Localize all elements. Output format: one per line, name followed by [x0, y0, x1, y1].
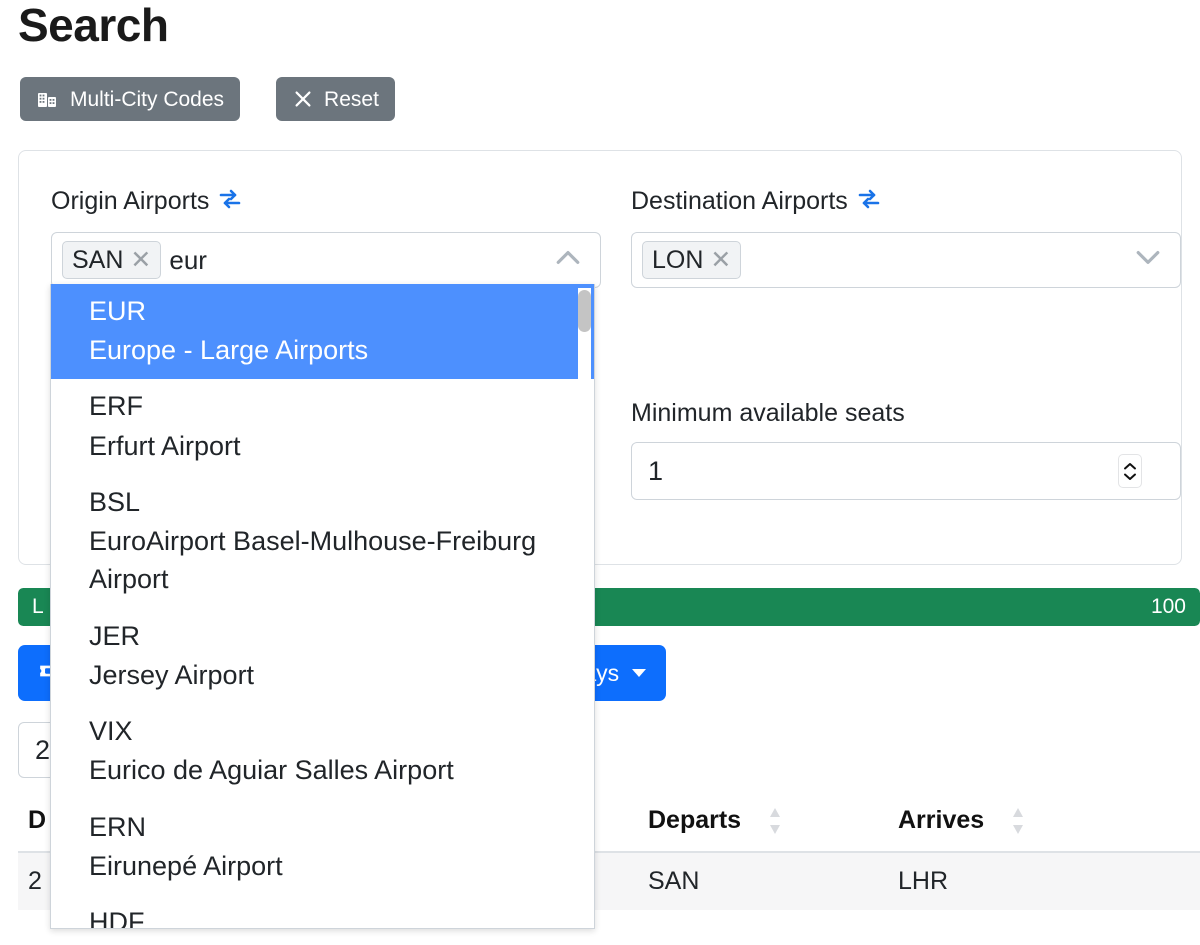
x-icon: [292, 88, 314, 110]
reset-button[interactable]: Reset: [276, 77, 395, 121]
cell-departs[interactable]: SAN: [638, 852, 888, 910]
chevron-down-icon: [1124, 473, 1136, 480]
minimum-seats-input[interactable]: 1: [631, 442, 1181, 500]
airport-option-ern[interactable]: ERN Eirunepé Airport: [51, 800, 594, 895]
toolbar: Multi-City Codes Reset: [20, 77, 395, 121]
origin-airports-label: Origin Airports: [51, 187, 601, 216]
chevron-up-icon: [1124, 462, 1136, 469]
swap-arrows-icon[interactable]: [217, 187, 243, 216]
airport-option-code: ERF: [89, 391, 143, 422]
origin-tag-san[interactable]: SAN ✕: [62, 240, 162, 280]
progress-left-label: L: [32, 595, 44, 618]
origin-airports-select[interactable]: SAN ✕: [51, 232, 601, 288]
sort-icon[interactable]: [767, 807, 783, 835]
airport-option-bsl[interactable]: BSL EuroAirport Basel-Mulhouse-Freiburg A…: [51, 475, 594, 609]
chevron-down-icon[interactable]: [1132, 247, 1164, 274]
multi-city-codes-label: Multi-City Codes: [70, 87, 225, 111]
origin-airports-group: Origin Airports SAN ✕: [51, 187, 601, 288]
airport-option-code: EUR: [89, 296, 147, 326]
airport-option-code: ERN: [89, 811, 147, 842]
airport-option-name: Europe - Large Airports: [89, 335, 369, 366]
dropdown-scrollbar-thumb[interactable]: [578, 290, 591, 332]
destination-airports-group: Destination Airports LON ✕: [631, 187, 1181, 288]
multi-city-codes-button[interactable]: Multi-City Codes: [20, 77, 241, 121]
minimum-seats-label: Minimum available seats: [631, 399, 905, 427]
airport-option-vix[interactable]: VIX Eurico de Aguiar Salles Airport: [51, 704, 594, 799]
reset-label: Reset: [324, 87, 379, 111]
destination-airports-select[interactable]: LON ✕: [631, 232, 1181, 288]
origin-tag-label: SAN: [72, 245, 124, 274]
origin-search-input[interactable]: [169, 244, 590, 276]
airport-option-name: Eirunepé Airport: [89, 850, 283, 881]
airport-option-code: VIX: [89, 716, 133, 747]
x-icon[interactable]: ✕: [130, 247, 151, 273]
quantity-stepper[interactable]: [1118, 454, 1142, 488]
airport-option-jer[interactable]: JER Jersey Airport: [51, 609, 594, 704]
swap-arrows-icon[interactable]: [856, 187, 882, 216]
count-input-value: 2: [35, 734, 51, 765]
origin-autocomplete-dropdown[interactable]: EUR Europe - Large Airports ERF Erfurt Airp…: [50, 284, 595, 929]
destination-tag-label: LON: [652, 245, 704, 274]
airport-option-code: BSL: [89, 486, 141, 517]
sort-icon[interactable]: [1010, 807, 1026, 835]
column-header-arrives[interactable]: Arrives: [888, 800, 1200, 853]
airport-option-code: JER: [89, 620, 141, 651]
page-title: Search: [18, 0, 169, 51]
dropdown-scrollbar-track[interactable]: [578, 288, 591, 924]
destination-tag-lon[interactable]: LON ✕: [642, 240, 742, 280]
destination-airports-label: Destination Airports: [631, 187, 1181, 216]
airport-option-hdf[interactable]: HDFHeringsdorf Airport: [51, 895, 594, 929]
airport-option-eur[interactable]: EUR Europe - Large Airports: [51, 284, 594, 380]
airport-option-code: HDF: [89, 907, 145, 929]
city-buildings-icon: [36, 87, 60, 111]
chevron-down-icon: [632, 669, 647, 677]
minimum-seats-value: 1: [648, 455, 664, 486]
chevron-up-icon[interactable]: [552, 247, 584, 274]
airport-option-erf[interactable]: ERF Erfurt Airport: [51, 379, 594, 474]
cell-arrives[interactable]: LHR: [888, 852, 1200, 910]
airport-option-list: EUR Europe - Large Airports ERF Erfurt Airp…: [51, 284, 594, 929]
x-icon[interactable]: ✕: [710, 247, 731, 273]
airport-option-name: Erfurt Airport: [89, 430, 241, 461]
airport-option-name: Jersey Airport: [89, 659, 255, 690]
progress-right-label: 100: [1150, 595, 1186, 618]
minimum-seats-group: Minimum available seats 1: [631, 399, 1181, 500]
airport-option-name: EuroAirport Basel-Mulhouse-Freiburg Airp…: [89, 526, 537, 595]
column-header-departs[interactable]: Departs: [638, 800, 888, 853]
airport-option-name: Eurico de Aguiar Salles Airport: [89, 755, 454, 786]
